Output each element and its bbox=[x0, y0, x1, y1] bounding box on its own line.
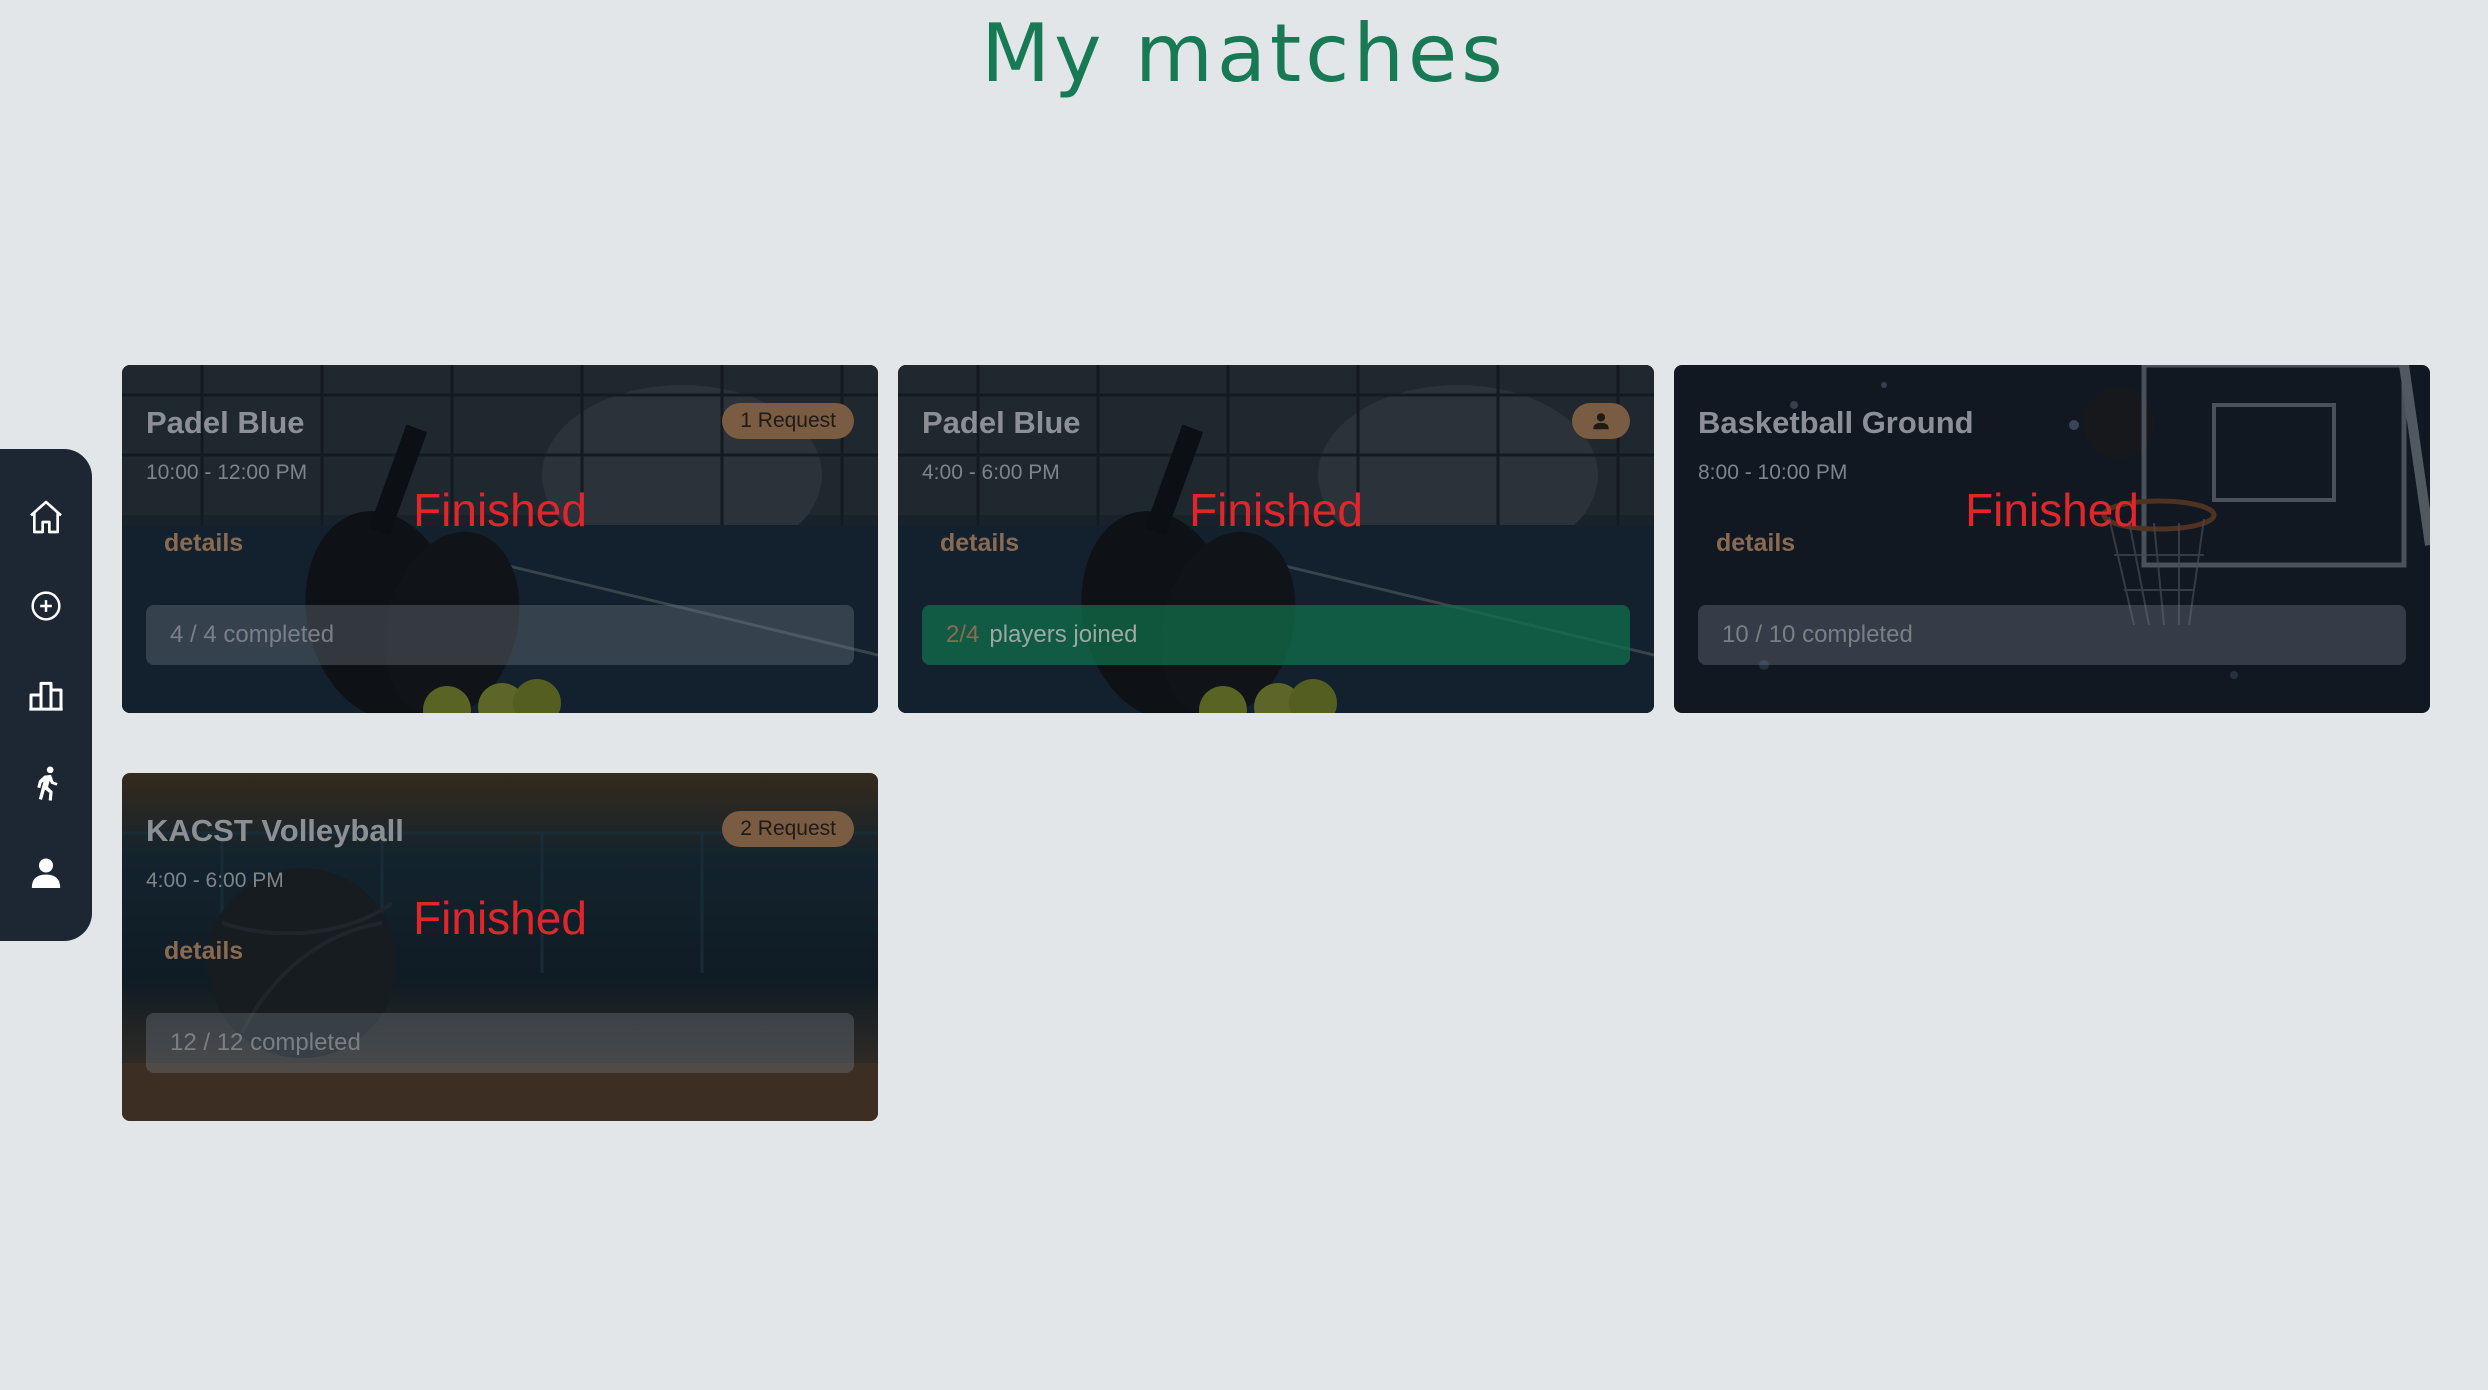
plus-circle-icon bbox=[31, 591, 61, 621]
progress-text: players joined bbox=[989, 621, 1138, 648]
match-title: KACST Volleyball bbox=[146, 813, 404, 848]
players-progress: 10 / 10 completed bbox=[1698, 605, 2406, 665]
page-title: My matches bbox=[981, 7, 1507, 100]
sidebar-item-create-match[interactable] bbox=[16, 576, 76, 636]
sidebar-item-leaderboard[interactable] bbox=[16, 665, 76, 725]
match-title: Padel Blue bbox=[146, 405, 305, 440]
match-title: Padel Blue bbox=[922, 405, 1081, 440]
match-title: Basketball Ground bbox=[1698, 405, 1974, 440]
progress-text: 12 / 12 completed bbox=[170, 1029, 361, 1056]
home-icon bbox=[30, 501, 62, 534]
sidebar-nav bbox=[0, 449, 92, 941]
progress-text: 10 / 10 completed bbox=[1722, 621, 1913, 648]
details-link[interactable]: details bbox=[164, 529, 243, 558]
players-count: 2/4 bbox=[946, 621, 980, 648]
match-time: 4:00 - 6:00 PM bbox=[922, 461, 1060, 484]
runner-icon bbox=[37, 766, 58, 801]
request-badge[interactable]: 2 Request bbox=[722, 811, 854, 847]
match-card[interactable]: Basketball Ground 8:00 - 10:00 PM Finish… bbox=[1674, 365, 2430, 713]
players-progress: 4 / 4 completed bbox=[146, 605, 854, 665]
match-card[interactable]: Padel Blue 1 Request 10:00 - 12:00 PM Fi… bbox=[122, 365, 878, 713]
progress-text: 4 / 4 completed bbox=[170, 621, 335, 648]
players-badge[interactable] bbox=[1572, 403, 1630, 439]
user-icon bbox=[31, 858, 61, 888]
request-badge[interactable]: 1 Request bbox=[722, 403, 854, 439]
players-progress: 2/4 players joined bbox=[922, 605, 1630, 665]
match-card[interactable]: KACST Volleyball 2 Request 4:00 - 6:00 P… bbox=[122, 773, 878, 1121]
match-time: 8:00 - 10:00 PM bbox=[1698, 461, 1848, 484]
sidebar-item-profile[interactable] bbox=[16, 843, 76, 903]
players-progress: 12 / 12 completed bbox=[146, 1013, 854, 1073]
podium-icon bbox=[29, 681, 63, 711]
match-time: 4:00 - 6:00 PM bbox=[146, 869, 284, 892]
match-time: 10:00 - 12:00 PM bbox=[146, 461, 308, 484]
sidebar-item-my-matches[interactable] bbox=[16, 754, 76, 814]
details-link[interactable]: details bbox=[1716, 529, 1795, 558]
details-link[interactable]: details bbox=[164, 937, 243, 966]
details-link[interactable]: details bbox=[940, 529, 1019, 558]
sidebar-item-home[interactable] bbox=[16, 487, 76, 547]
match-card[interactable]: Padel Blue 4:00 - 6:00 PM Finished detai… bbox=[898, 365, 1654, 713]
user-group-icon bbox=[1593, 413, 1609, 430]
